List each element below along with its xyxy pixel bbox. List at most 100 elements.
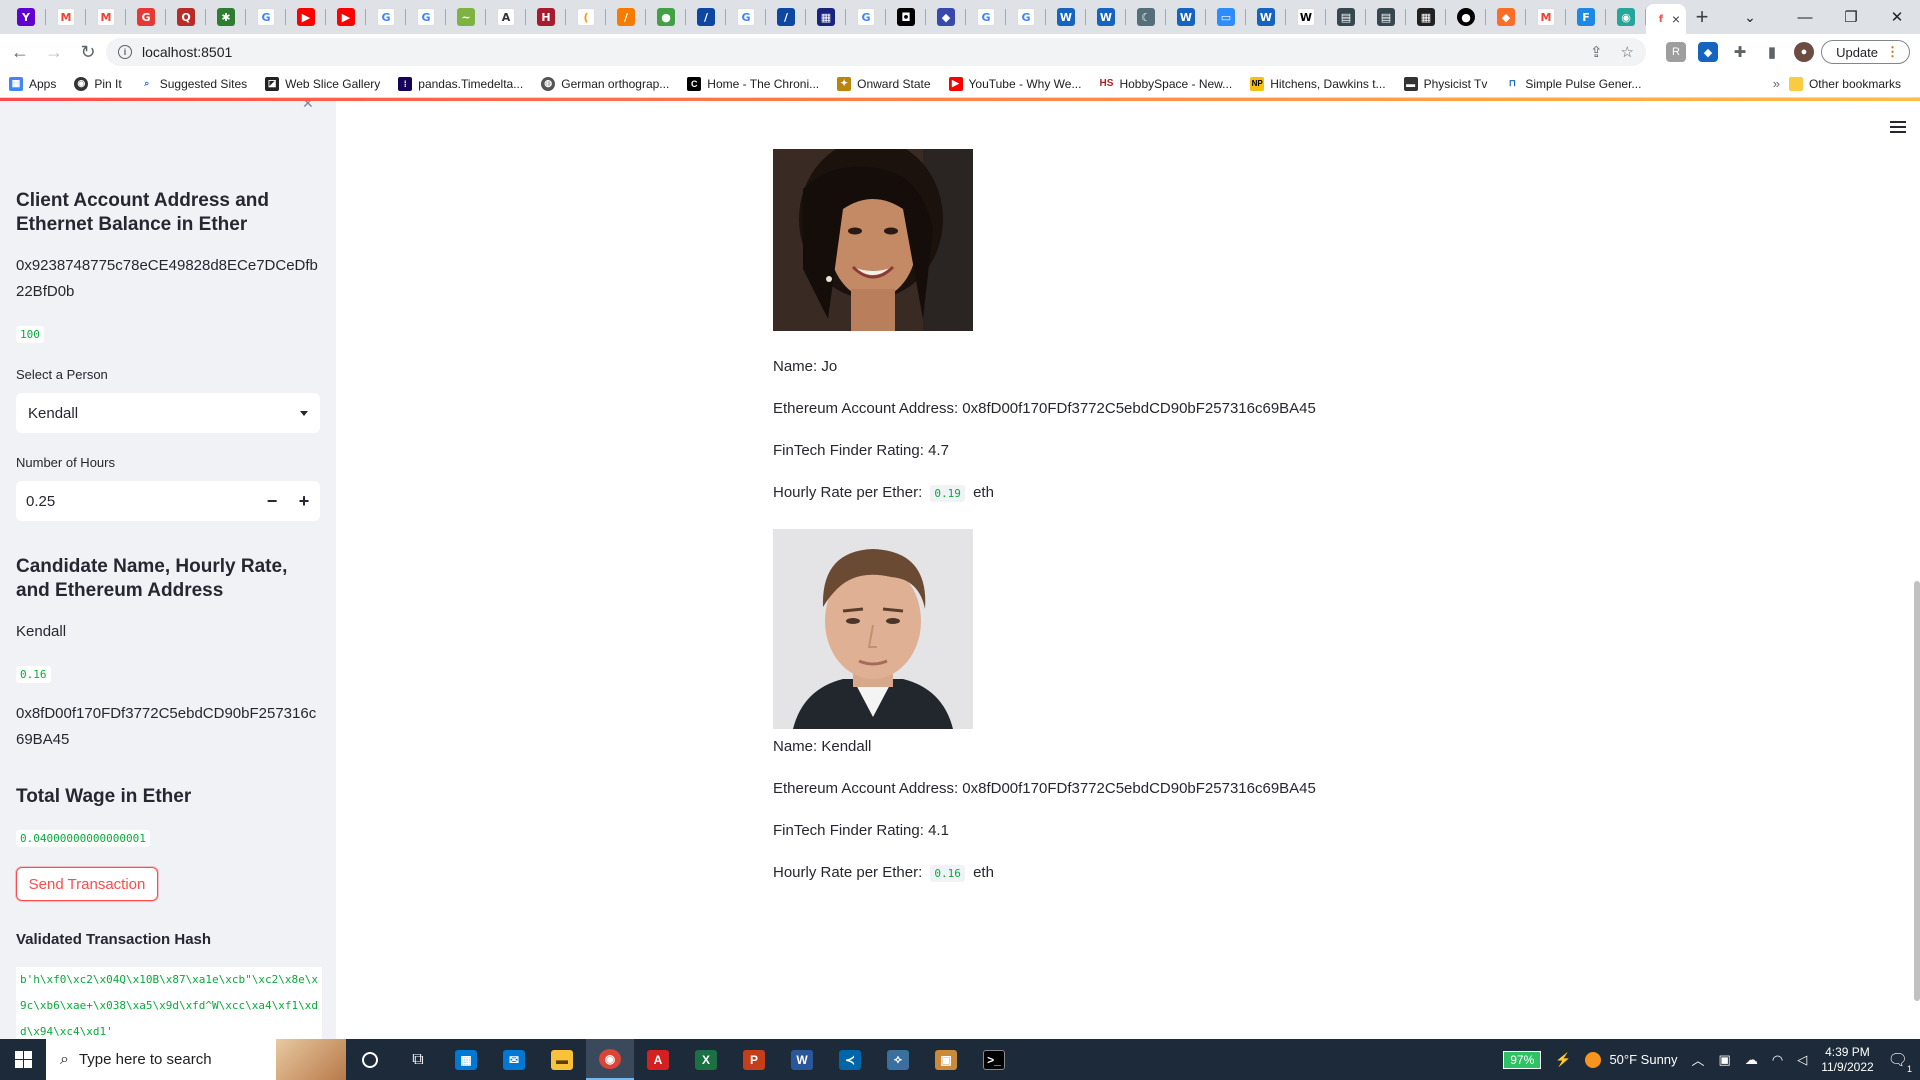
tab-zoom[interactable]: ▭ [1206, 0, 1246, 34]
cortana-icon[interactable] [346, 1039, 394, 1080]
reload-icon[interactable]: ↻ [74, 38, 102, 66]
tab-site-4[interactable]: / [606, 0, 646, 34]
tab-site-6[interactable]: / [686, 0, 726, 34]
select-person-dropdown[interactable]: Kendall [16, 393, 320, 433]
tab-google-2[interactable]: G [366, 0, 406, 34]
bookmark-item[interactable]: ◍ German orthograp... [532, 76, 678, 91]
bookmark-item[interactable]: HS HobbySpace - New... [1090, 76, 1241, 91]
tab-site[interactable]: ~ [446, 0, 486, 34]
address-bar[interactable]: i localhost:8501 ⇪ ☆ [106, 38, 1646, 66]
package-icon[interactable]: ▣ [922, 1039, 970, 1080]
tab-site-18[interactable]: F [1566, 0, 1606, 34]
chevron-up-icon[interactable]: ︿ [1692, 1050, 1705, 1069]
tab-google[interactable]: G [246, 0, 286, 34]
tab-green-app[interactable]: ✱ [206, 0, 246, 34]
decrement-button[interactable]: − [256, 491, 288, 512]
new-tab-button[interactable]: + [1686, 0, 1718, 34]
tab-site-14[interactable]: W [1166, 0, 1206, 34]
task-view-icon[interactable]: ⧉ [394, 1039, 442, 1080]
send-transaction-button[interactable]: Send Transaction [16, 867, 158, 901]
close-icon[interactable]: × [1672, 11, 1680, 27]
close-sidebar-icon[interactable]: ✕ [302, 101, 314, 112]
tab-site-5[interactable]: ● [646, 0, 686, 34]
bookmark-item[interactable]: ⁞ pandas.Timedelta... [389, 76, 532, 91]
start-button[interactable] [0, 1039, 46, 1080]
extension-icon[interactable]: R [1666, 42, 1686, 62]
weather-widget[interactable]: 50°F Sunny [1585, 1051, 1678, 1068]
tab-red-app[interactable]: G [126, 0, 166, 34]
tab-search-chevron-icon[interactable]: ⌄ [1730, 0, 1770, 34]
meet-now-icon[interactable]: ▣ [1719, 1052, 1731, 1068]
hours-stepper[interactable]: 0.25 − + [16, 481, 320, 521]
bookmark-item[interactable]: C Home - The Chroni... [678, 76, 828, 91]
tab-site-7[interactable]: / [766, 0, 806, 34]
hours-input[interactable]: 0.25 [16, 493, 256, 510]
vscode-icon[interactable]: ≺ [826, 1039, 874, 1080]
tab-google-7[interactable]: G [1006, 0, 1046, 34]
tab-streamlit-active[interactable]: f × [1646, 4, 1686, 34]
tab-site-2[interactable]: A [486, 0, 526, 34]
bookmark-item[interactable]: ⌕ Suggested Sites [131, 76, 256, 91]
tab-site-10[interactable]: ◆ [926, 0, 966, 34]
minimize-icon[interactable]: — [1782, 0, 1828, 34]
increment-button[interactable]: + [288, 491, 320, 512]
tab-gitlab[interactable]: ◆ [1486, 0, 1526, 34]
tab-yahoo[interactable]: Y [6, 0, 46, 34]
bookmark-item[interactable]: NP Hitchens, Dawkins t... [1241, 76, 1394, 91]
forward-arrow-icon[interactable]: → [40, 38, 68, 66]
scrollbar[interactable] [1914, 581, 1920, 1001]
tab-google-4[interactable]: G [726, 0, 766, 34]
tab-google-3[interactable]: G [406, 0, 446, 34]
mail-icon[interactable]: ✉ [490, 1039, 538, 1080]
bookmark-item[interactable]: ⊓ Simple Pulse Gener... [1496, 76, 1650, 91]
avatar[interactable]: ● [1794, 42, 1814, 62]
restore-icon[interactable]: ❐ [1828, 0, 1874, 34]
tab-gmail-3[interactable]: M [1526, 0, 1566, 34]
clock[interactable]: 4:39 PM 11/9/2022 [1821, 1045, 1874, 1075]
wifi-icon[interactable]: ◠ [1772, 1052, 1783, 1068]
tab-site-19[interactable]: ◉ [1606, 0, 1646, 34]
onedrive-cloud-icon[interactable]: ☁ [1745, 1052, 1758, 1068]
tab-site-11[interactable]: W [1046, 0, 1086, 34]
extension-new-icon[interactable]: ◆ [1698, 42, 1718, 62]
chrome-icon[interactable]: ◉ [586, 1039, 634, 1080]
site-info-icon[interactable]: i [118, 45, 132, 59]
tab-gmail[interactable]: M [46, 0, 86, 34]
bookmark-item[interactable]: ▦ Apps [0, 76, 65, 91]
word-icon[interactable]: W [778, 1039, 826, 1080]
bookmark-star-icon[interactable]: ☆ [1621, 43, 1634, 61]
tab-youtube-2[interactable]: ▶ [326, 0, 366, 34]
puzzle-icon[interactable]: ✚ [1730, 42, 1750, 62]
tab-site-17[interactable]: ▤ [1366, 0, 1406, 34]
tab-github[interactable]: ● [1446, 0, 1486, 34]
python-icon[interactable]: ⟡ [874, 1039, 922, 1080]
file-explorer-icon[interactable]: ▬ [538, 1039, 586, 1080]
bookmark-item[interactable]: ◉ Pin It [65, 76, 130, 91]
back-arrow-icon[interactable]: ← [6, 38, 34, 66]
tab-calculator[interactable]: ▦ [1406, 0, 1446, 34]
bookmark-item[interactable]: ▶ YouTube - Why We... [940, 76, 1091, 91]
tab-google-5[interactable]: G [846, 0, 886, 34]
url-text[interactable]: localhost:8501 [142, 44, 232, 60]
excel-icon[interactable]: X [682, 1039, 730, 1080]
tab-site-12[interactable]: W [1086, 0, 1126, 34]
tab-site-15[interactable]: W [1246, 0, 1286, 34]
tab-site-8[interactable]: ▦ [806, 0, 846, 34]
battery-indicator[interactable]: 97% [1503, 1050, 1542, 1069]
taskbar-search-box[interactable]: ⌕ Type here to search [46, 1039, 346, 1080]
tab-google-6[interactable]: G [966, 0, 1006, 34]
bookmark-item[interactable]: ▬ Physicist Tv [1395, 76, 1497, 91]
tab-harvard[interactable]: H [526, 0, 566, 34]
update-button[interactable]: Update ⋮ [1821, 40, 1910, 64]
terminal-icon[interactable]: >_ [970, 1039, 1018, 1080]
bookmark-item[interactable]: ◪ Web Slice Gallery [256, 76, 389, 91]
powerpoint-icon[interactable]: P [730, 1039, 778, 1080]
close-window-icon[interactable]: ✕ [1874, 0, 1920, 34]
notifications-icon[interactable]: 🗨 1 [1888, 1050, 1912, 1074]
more-bookmarks-chevron-icon[interactable]: » [1773, 76, 1780, 91]
tab-site-9[interactable]: ◘ [886, 0, 926, 34]
tab-site-3[interactable]: ( [566, 0, 606, 34]
acrobat-icon[interactable]: A [634, 1039, 682, 1080]
tab-youtube[interactable]: ▶ [286, 0, 326, 34]
other-bookmarks[interactable]: Other bookmarks [1780, 70, 1910, 98]
